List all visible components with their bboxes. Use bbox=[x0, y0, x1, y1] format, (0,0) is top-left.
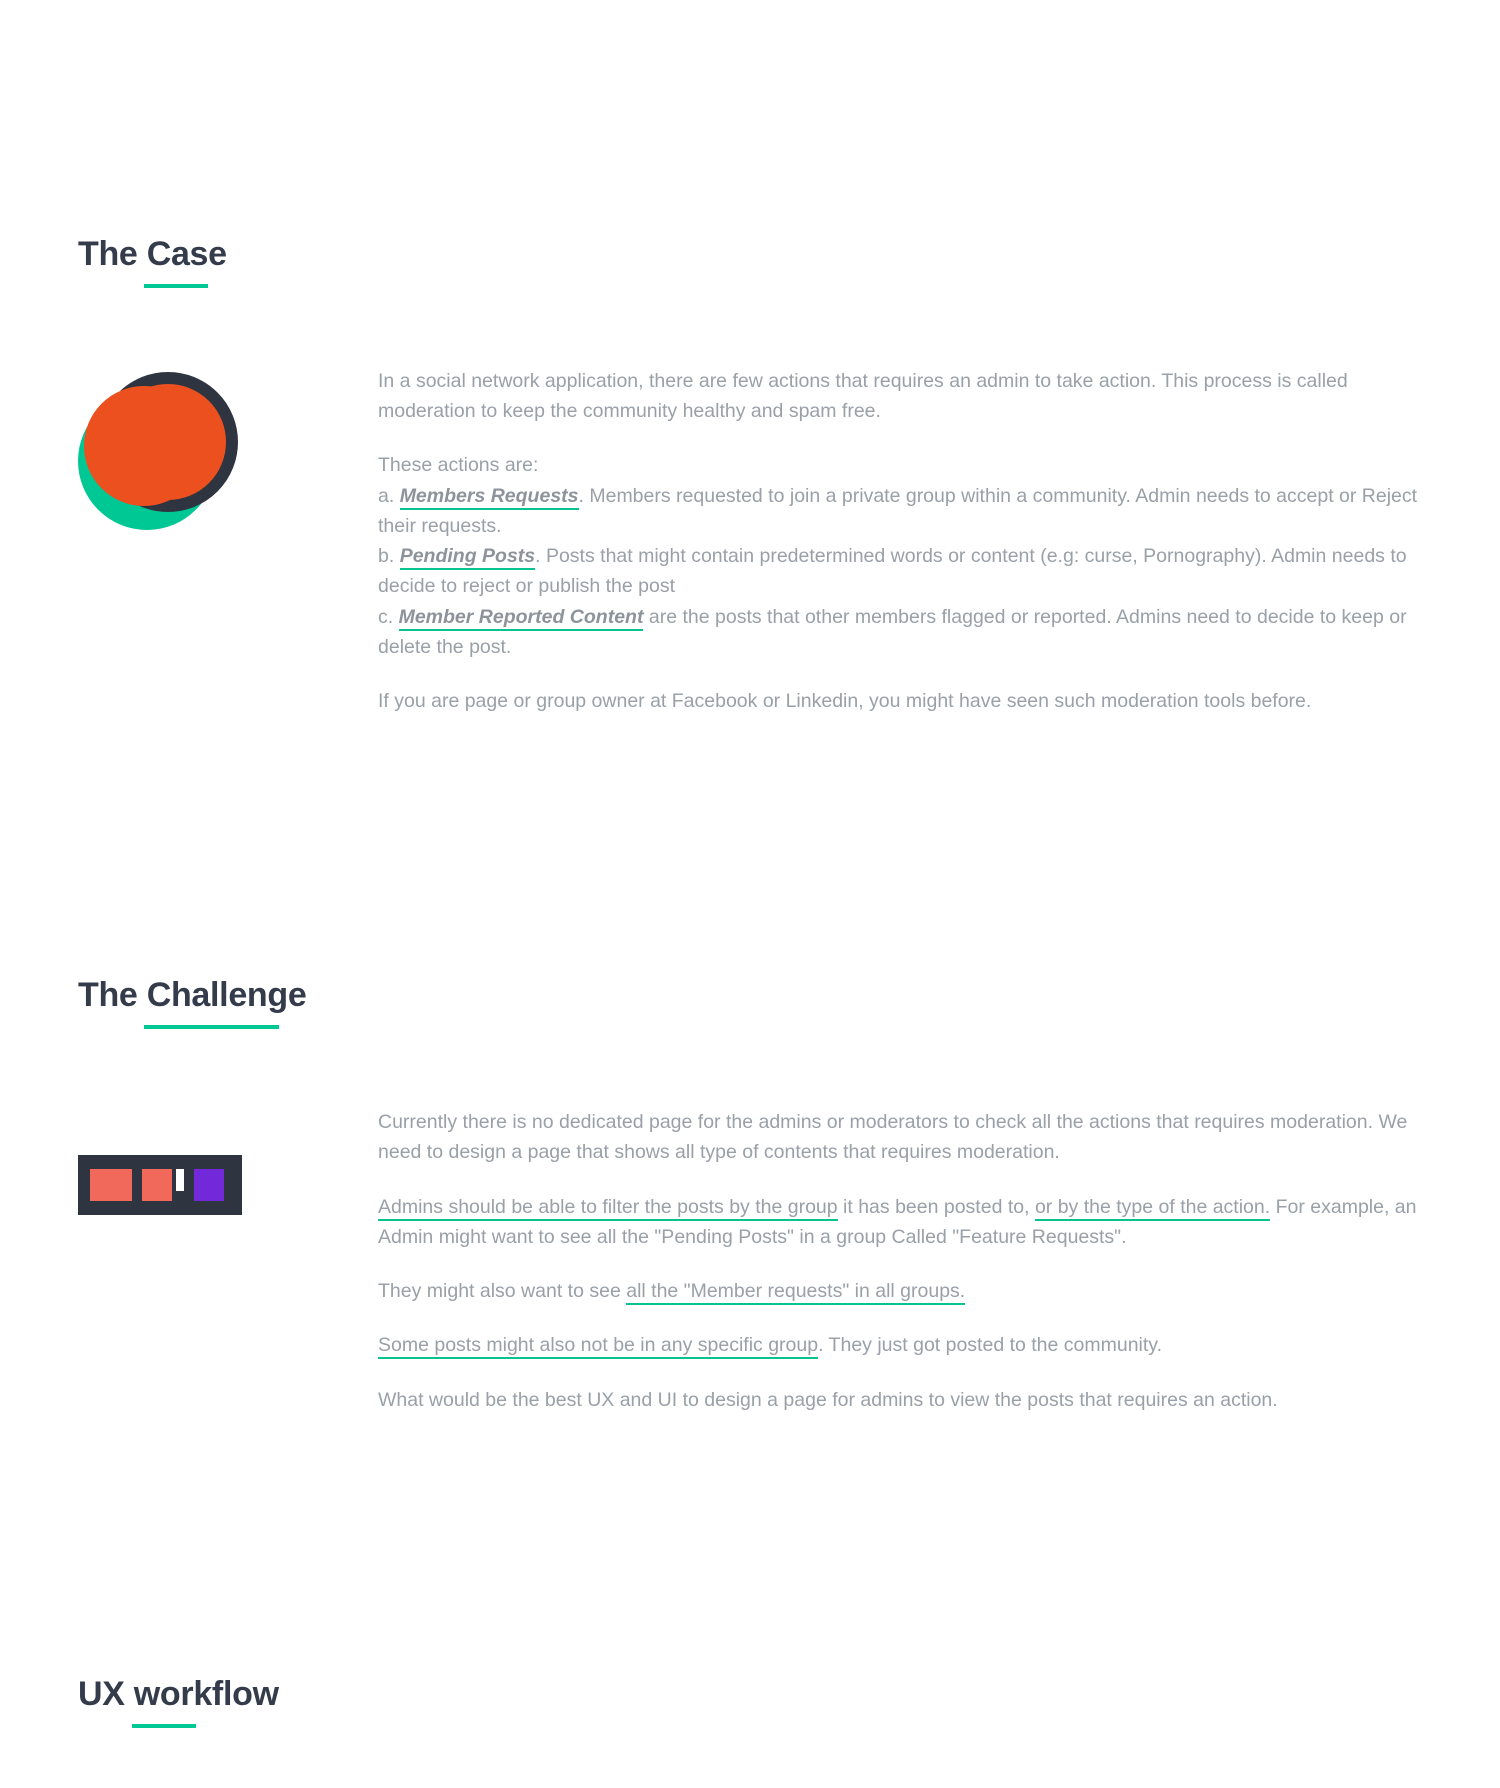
section-body: Currently there is no dedicated page for… bbox=[78, 1107, 1422, 1415]
icon-column bbox=[78, 366, 238, 716]
icon-column bbox=[78, 1107, 238, 1415]
term-members-requests: Members Requests bbox=[400, 485, 579, 510]
heading-underline bbox=[144, 1025, 279, 1029]
challenge-p3: They might also want to see all the "Mem… bbox=[378, 1276, 1422, 1306]
actions-lead: These actions are: bbox=[378, 454, 538, 476]
text-column: In a social network application, there a… bbox=[378, 366, 1422, 716]
panels-icon bbox=[78, 1155, 242, 1215]
section-the-challenge: The Challenge Currently there is no dedi… bbox=[78, 976, 1422, 1415]
panel-block bbox=[142, 1169, 184, 1201]
section-ux-workflow: UX workflow bbox=[78, 1675, 1422, 1728]
heading-the-case: The Case bbox=[78, 235, 1422, 274]
case-actions-block: These actions are: a. Members Requests. … bbox=[378, 450, 1422, 662]
panel-block bbox=[194, 1169, 224, 1201]
challenge-p2: Admins should be able to filter the post… bbox=[378, 1192, 1422, 1252]
challenge-p4: Some posts might also not be in any spec… bbox=[378, 1330, 1422, 1360]
section-body: In a social network application, there a… bbox=[78, 366, 1422, 716]
text-column: Currently there is no dedicated page for… bbox=[378, 1107, 1422, 1415]
heading-underline bbox=[144, 284, 208, 288]
heading-the-challenge: The Challenge bbox=[78, 976, 1422, 1015]
highlight-by-type: or by the type of the action. bbox=[1035, 1196, 1270, 1221]
document-page: The Case In a social network application… bbox=[0, 0, 1500, 1788]
highlight-filter-by-group: Admins should be able to filter the post… bbox=[378, 1196, 838, 1221]
p4-rest: . They just got posted to the community. bbox=[818, 1334, 1162, 1356]
heading-underline bbox=[132, 1724, 196, 1728]
term-member-reported-content: Member Reported Content bbox=[399, 606, 644, 631]
section-the-case: The Case In a social network application… bbox=[78, 235, 1422, 716]
term-pending-posts: Pending Posts bbox=[400, 545, 535, 570]
highlight-no-specific-group: Some posts might also not be in any spec… bbox=[378, 1334, 818, 1359]
p2-mid: it has been posted to, bbox=[838, 1196, 1035, 1218]
highlight-all-member-requests: all the "Member requests" in all groups. bbox=[626, 1280, 965, 1305]
heading-ux-workflow: UX workflow bbox=[78, 1675, 1422, 1714]
panel-block bbox=[90, 1169, 132, 1201]
case-footer: If you are page or group owner at Facebo… bbox=[378, 686, 1422, 716]
item-b-prefix: b. bbox=[378, 545, 400, 567]
item-c-prefix: c. bbox=[378, 606, 399, 628]
case-intro: In a social network application, there a… bbox=[378, 366, 1422, 426]
circle-shape-icon bbox=[78, 372, 238, 532]
challenge-p5: What would be the best UX and UI to desi… bbox=[378, 1385, 1422, 1415]
p3-lead: They might also want to see bbox=[378, 1280, 626, 1302]
challenge-p1: Currently there is no dedicated page for… bbox=[378, 1107, 1422, 1167]
item-a-prefix: a. bbox=[378, 485, 400, 507]
